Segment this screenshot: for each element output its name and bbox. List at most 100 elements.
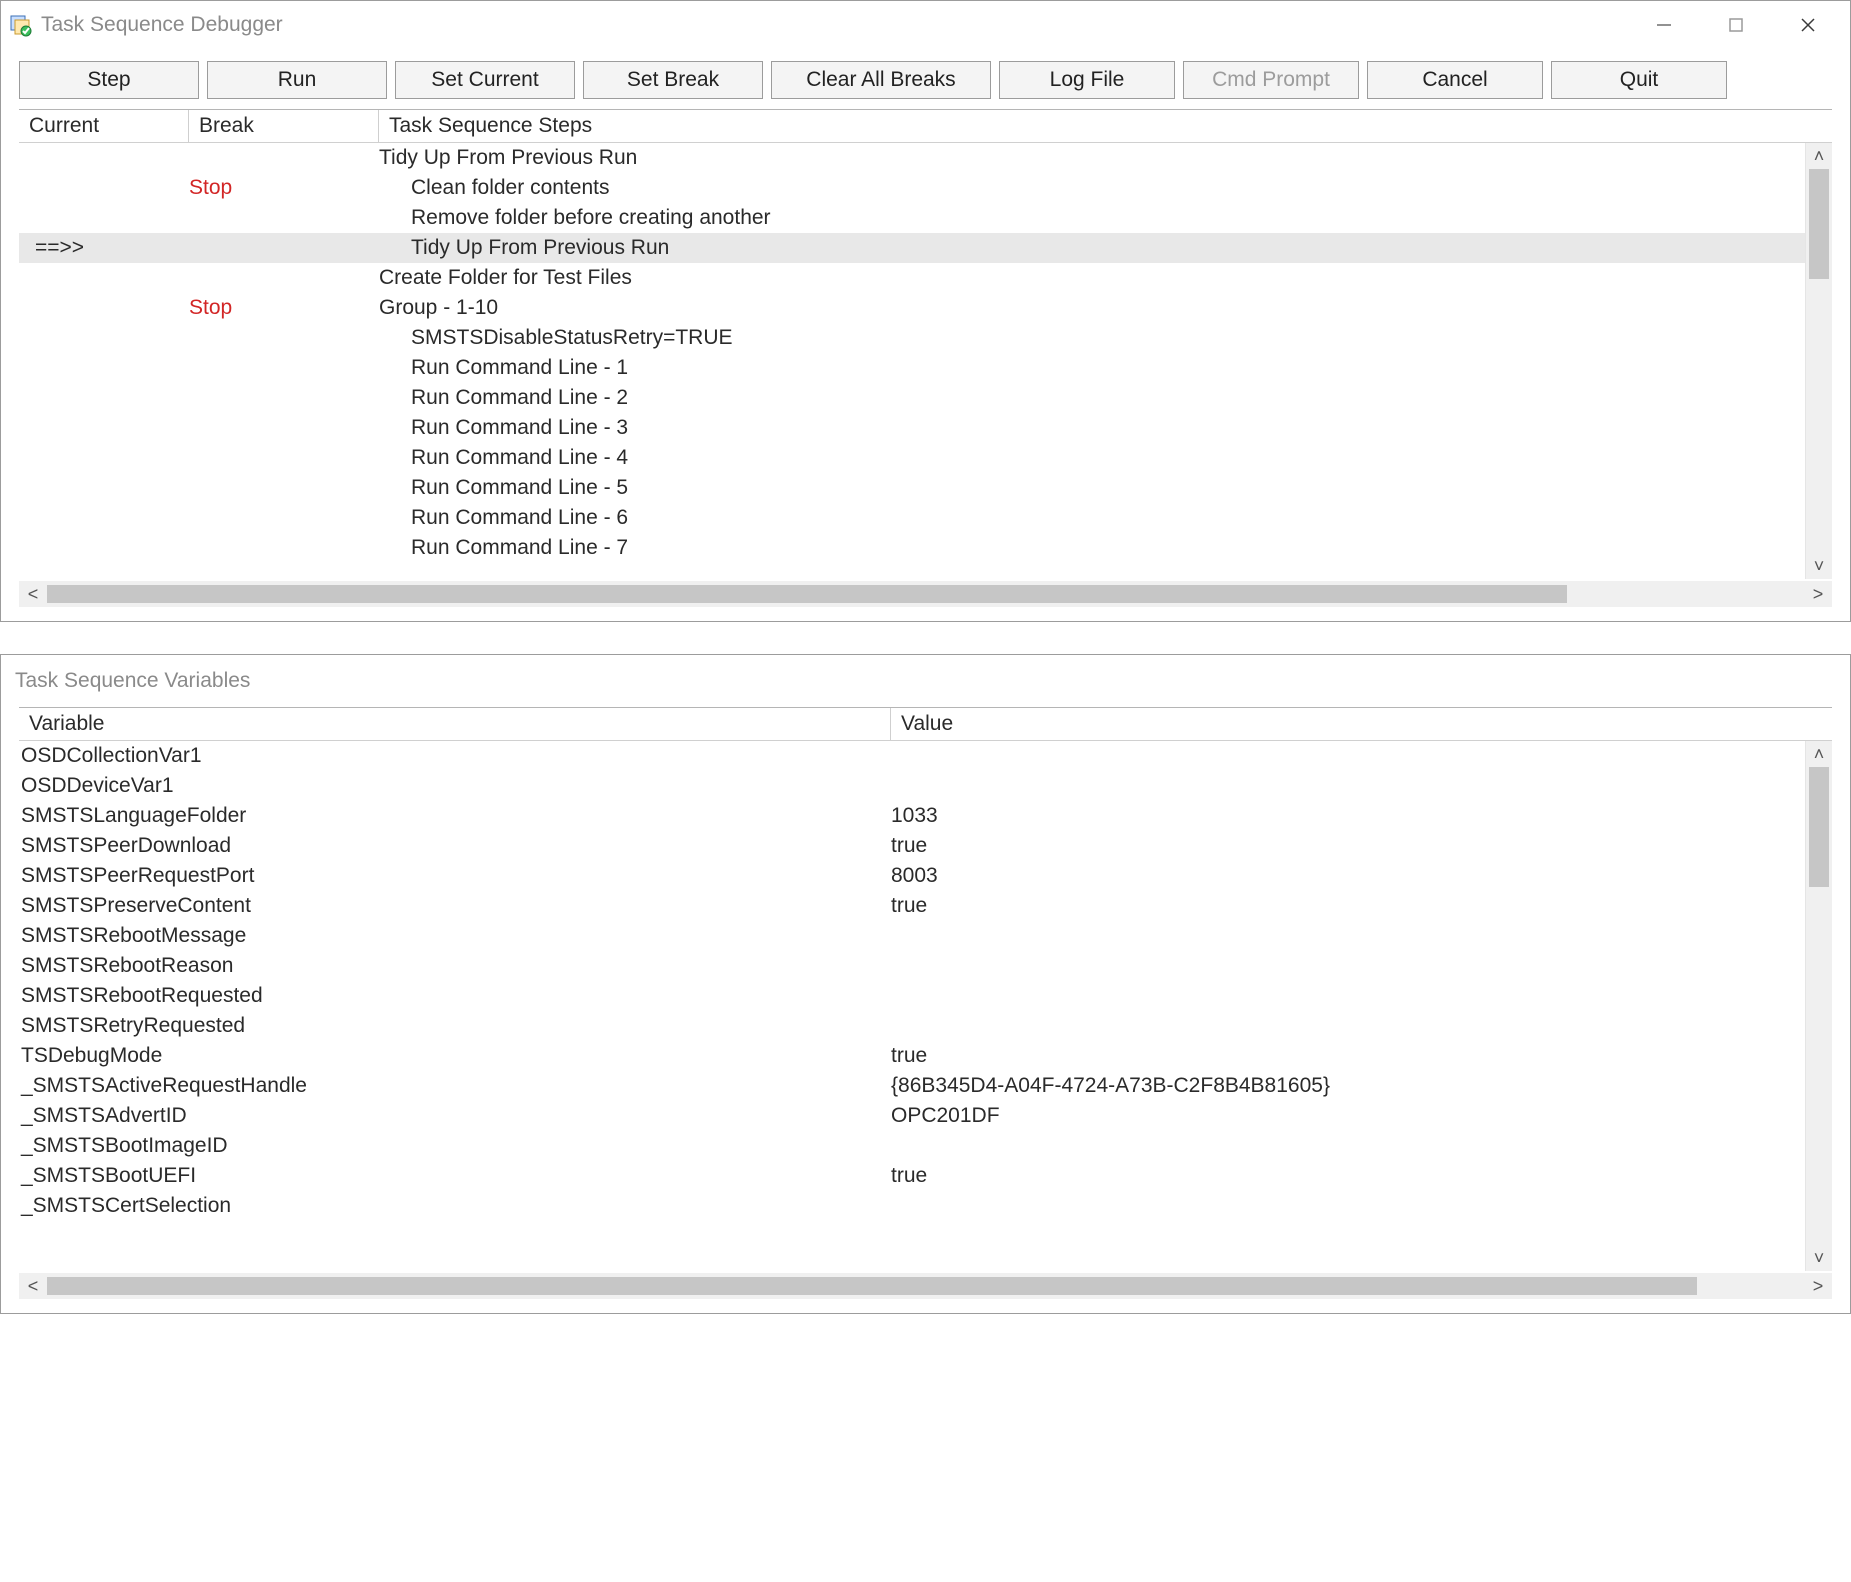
- table-row[interactable]: Run Command Line - 6: [19, 503, 1805, 533]
- table-row[interactable]: TSDebugModetrue: [19, 1041, 1805, 1071]
- current-marker: [19, 473, 189, 503]
- scroll-down-icon[interactable]: ˅: [1806, 553, 1832, 579]
- variable-name: _SMSTSAdvertID: [19, 1101, 891, 1131]
- scroll-thumb[interactable]: [1809, 169, 1829, 279]
- table-row[interactable]: _SMSTSActiveRequestHandle{86B345D4-A04F-…: [19, 1071, 1805, 1101]
- table-row[interactable]: _SMSTSBootImageID: [19, 1131, 1805, 1161]
- break-marker: [189, 413, 379, 443]
- table-row[interactable]: Remove folder before creating another: [19, 203, 1805, 233]
- window-title: Task Sequence Debugger: [41, 13, 283, 37]
- break-marker: [189, 233, 379, 263]
- table-row[interactable]: SMSTSRetryRequested: [19, 1011, 1805, 1041]
- break-marker: [189, 263, 379, 293]
- set-current-button[interactable]: Set Current: [395, 61, 575, 99]
- table-row[interactable]: SMSTSRebootMessage: [19, 921, 1805, 951]
- table-row[interactable]: StopClean folder contents: [19, 173, 1805, 203]
- variable-name: OSDCollectionVar1: [19, 741, 891, 771]
- scroll-thumb[interactable]: [47, 585, 1567, 603]
- table-row[interactable]: SMSTSLanguageFolder1033: [19, 801, 1805, 831]
- step-label: Run Command Line - 1: [379, 353, 1805, 383]
- table-row[interactable]: SMSTSPreserveContenttrue: [19, 891, 1805, 921]
- col-variable[interactable]: Variable: [19, 708, 891, 740]
- current-marker: [19, 413, 189, 443]
- table-row[interactable]: Run Command Line - 7: [19, 533, 1805, 563]
- current-marker: [19, 293, 189, 323]
- steps-horizontal-scrollbar[interactable]: < >: [19, 581, 1832, 607]
- variable-value: [891, 771, 1805, 801]
- break-marker: [189, 143, 379, 173]
- table-row[interactable]: Run Command Line - 1: [19, 353, 1805, 383]
- col-steps[interactable]: Task Sequence Steps: [379, 110, 1832, 142]
- variable-value: true: [891, 1161, 1805, 1191]
- variables-vertical-scrollbar[interactable]: ˄ ˅: [1805, 741, 1832, 1271]
- variables-title: Task Sequence Variables: [1, 655, 1850, 707]
- break-marker: [189, 353, 379, 383]
- current-marker: ==>>: [19, 233, 189, 263]
- variable-name: SMSTSPeerRequestPort: [19, 861, 891, 891]
- table-row[interactable]: OSDDeviceVar1: [19, 771, 1805, 801]
- table-row[interactable]: Tidy Up From Previous Run: [19, 143, 1805, 173]
- table-row[interactable]: OSDCollectionVar1: [19, 741, 1805, 771]
- scroll-left-icon[interactable]: <: [19, 1273, 47, 1299]
- table-row[interactable]: Run Command Line - 5: [19, 473, 1805, 503]
- clear-breaks-button[interactable]: Clear All Breaks: [771, 61, 991, 99]
- variables-horizontal-scrollbar[interactable]: < >: [19, 1273, 1832, 1299]
- variable-name: SMSTSPreserveContent: [19, 891, 891, 921]
- table-row[interactable]: SMSTSPeerRequestPort8003: [19, 861, 1805, 891]
- minimize-icon[interactable]: [1628, 5, 1700, 45]
- variables-header-row: Variable Value: [19, 707, 1832, 741]
- step-label: Run Command Line - 3: [379, 413, 1805, 443]
- table-row[interactable]: SMSTSPeerDownloadtrue: [19, 831, 1805, 861]
- variable-value: [891, 921, 1805, 951]
- variable-value: true: [891, 1041, 1805, 1071]
- debugger-window: Task Sequence Debugger Step Run Set Curr…: [0, 0, 1851, 622]
- scroll-down-icon[interactable]: ˅: [1806, 1245, 1832, 1271]
- col-break[interactable]: Break: [189, 110, 379, 142]
- table-row[interactable]: _SMSTSBootUEFItrue: [19, 1161, 1805, 1191]
- col-value[interactable]: Value: [891, 708, 1832, 740]
- table-row[interactable]: Run Command Line - 2: [19, 383, 1805, 413]
- scroll-right-icon[interactable]: >: [1804, 1273, 1832, 1299]
- scroll-right-icon[interactable]: >: [1804, 581, 1832, 607]
- break-marker: Stop: [189, 293, 379, 323]
- table-row[interactable]: SMSTSDisableStatusRetry=TRUE: [19, 323, 1805, 353]
- step-label: Run Command Line - 5: [379, 473, 1805, 503]
- close-icon[interactable]: [1772, 5, 1844, 45]
- cmd-prompt-button: Cmd Prompt: [1183, 61, 1359, 99]
- table-row[interactable]: _SMSTSCertSelection: [19, 1191, 1805, 1221]
- table-row[interactable]: ==>> Tidy Up From Previous Run: [19, 233, 1805, 263]
- step-label: Clean folder contents: [379, 173, 1805, 203]
- table-row[interactable]: SMSTSRebootReason: [19, 951, 1805, 981]
- run-button[interactable]: Run: [207, 61, 387, 99]
- step-label: Tidy Up From Previous Run: [379, 233, 1805, 263]
- scroll-thumb[interactable]: [1809, 767, 1829, 887]
- scroll-thumb[interactable]: [47, 1277, 1697, 1295]
- variables-window: Task Sequence Variables Variable Value O…: [0, 654, 1851, 1314]
- break-marker: [189, 383, 379, 413]
- current-marker: [19, 383, 189, 413]
- col-current[interactable]: Current: [19, 110, 189, 142]
- table-row[interactable]: SMSTSRebootRequested: [19, 981, 1805, 1011]
- scroll-left-icon[interactable]: <: [19, 581, 47, 607]
- table-row[interactable]: StopGroup - 1-10: [19, 293, 1805, 323]
- variable-value: [891, 951, 1805, 981]
- steps-header-row: Current Break Task Sequence Steps: [19, 109, 1832, 143]
- current-marker: [19, 173, 189, 203]
- quit-button[interactable]: Quit: [1551, 61, 1727, 99]
- variable-value: [891, 1011, 1805, 1041]
- scroll-up-icon[interactable]: ˄: [1806, 741, 1832, 767]
- scroll-up-icon[interactable]: ˄: [1806, 143, 1832, 169]
- table-row[interactable]: _SMSTSAdvertIDOPC201DF: [19, 1101, 1805, 1131]
- table-row[interactable]: Create Folder for Test Files: [19, 263, 1805, 293]
- table-row[interactable]: Run Command Line - 4: [19, 443, 1805, 473]
- maximize-icon[interactable]: [1700, 5, 1772, 45]
- table-row[interactable]: Run Command Line - 3: [19, 413, 1805, 443]
- step-button[interactable]: Step: [19, 61, 199, 99]
- cancel-button[interactable]: Cancel: [1367, 61, 1543, 99]
- steps-list[interactable]: Tidy Up From Previous RunStopClean folde…: [19, 143, 1805, 579]
- variables-list[interactable]: OSDCollectionVar1OSDDeviceVar1SMSTSLangu…: [19, 741, 1805, 1271]
- steps-vertical-scrollbar[interactable]: ˄ ˅: [1805, 143, 1832, 579]
- set-break-button[interactable]: Set Break: [583, 61, 763, 99]
- log-file-button[interactable]: Log File: [999, 61, 1175, 99]
- variable-name: _SMSTSCertSelection: [19, 1191, 891, 1221]
